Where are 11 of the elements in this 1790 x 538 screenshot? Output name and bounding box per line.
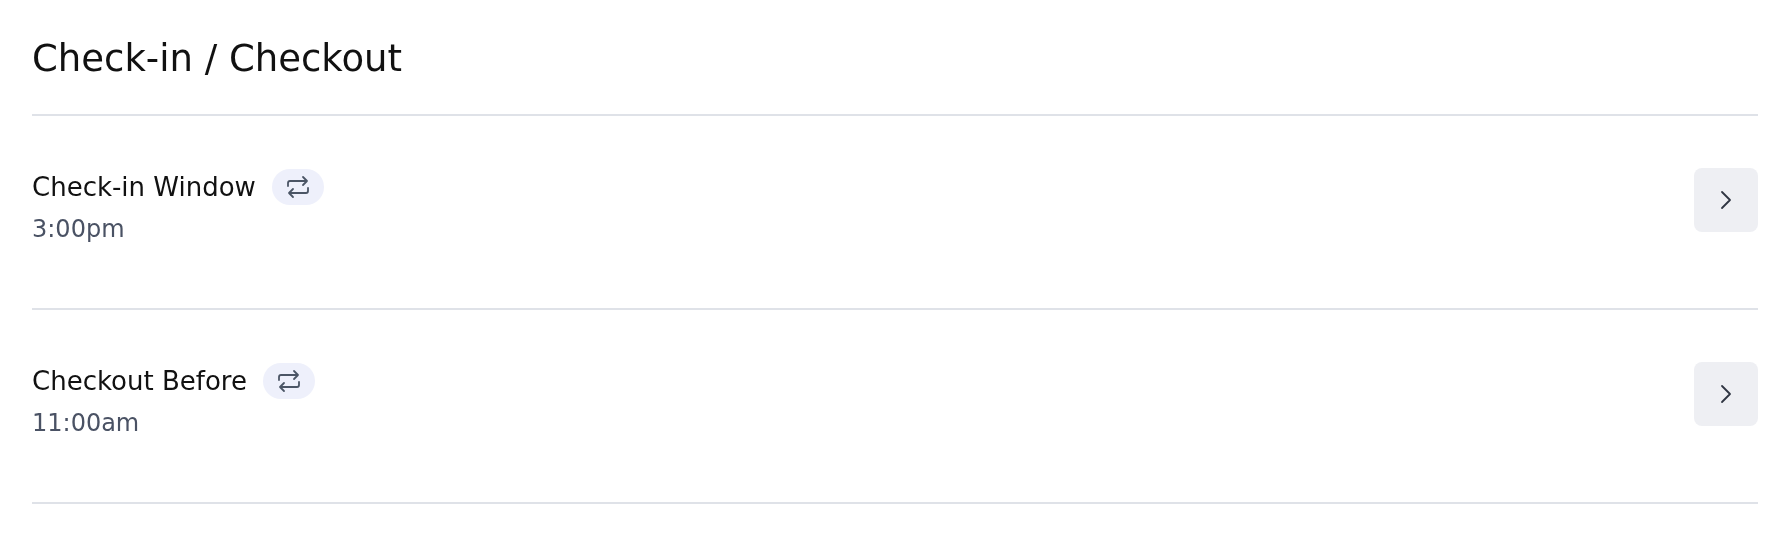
- setting-value: 3:00pm: [32, 215, 126, 243]
- setting-value: 11:00am: [32, 409, 141, 437]
- setting-label: Checkout Before: [32, 366, 247, 396]
- setting-label: Check-in Window: [32, 172, 256, 202]
- chevron-right-icon: [1720, 384, 1732, 404]
- chevron-button[interactable]: [1694, 168, 1758, 232]
- chevron-button[interactable]: [1694, 362, 1758, 426]
- section-title: Check-in / Checkout: [32, 0, 1758, 116]
- chevron-right-icon: [1720, 190, 1732, 210]
- swap-arrows-icon: [284, 175, 311, 199]
- swap-arrows-icon: [275, 369, 302, 393]
